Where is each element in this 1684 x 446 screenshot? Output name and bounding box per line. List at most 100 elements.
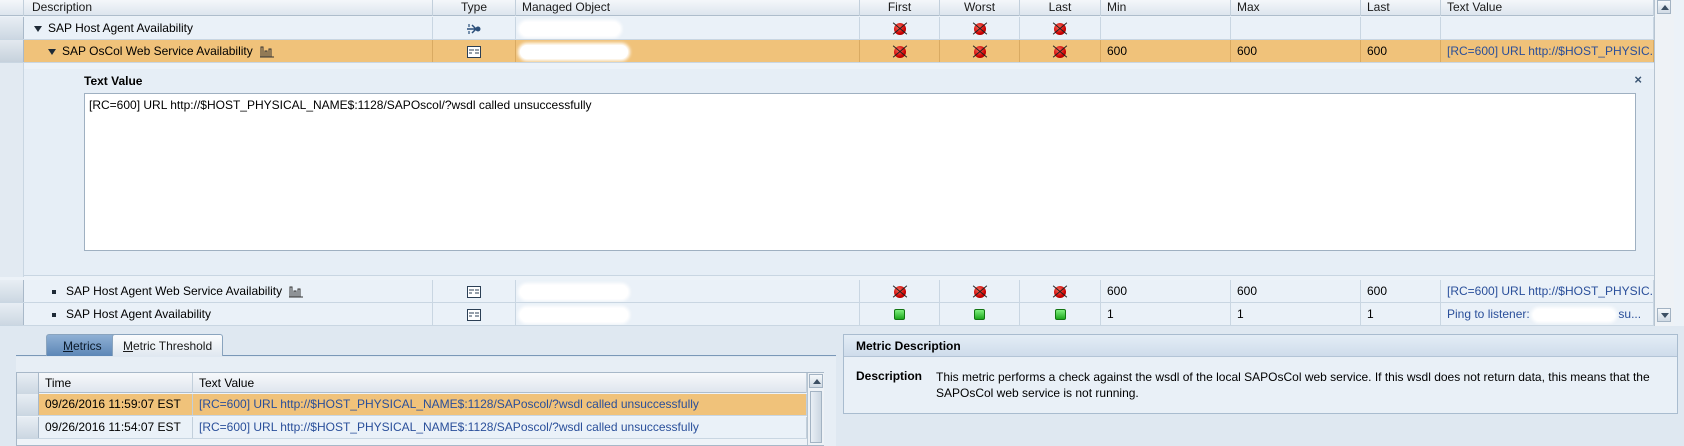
worst-status-cell <box>940 303 1020 325</box>
tree-row-host-agent-web-service[interactable]: SAP Host Agent Web Service Availability … <box>0 280 1654 303</box>
text-value-cell[interactable]: [RC=600] URL http://$HOST_PHYSICAL_NAME$… <box>193 394 807 415</box>
col-description[interactable]: Description <box>24 0 433 16</box>
col-managed-object[interactable]: Managed Object <box>516 0 860 16</box>
first-status-cell <box>860 303 940 325</box>
type-cell <box>433 40 516 62</box>
col-text-value[interactable]: Text Value <box>193 373 807 393</box>
managed-object-cell <box>516 280 860 302</box>
metric-icon <box>467 45 481 58</box>
last-status-cell <box>1020 17 1101 39</box>
col-type[interactable]: Type <box>433 0 516 16</box>
alert-tree-table: Description Type Managed Object First Wo… <box>0 0 1684 326</box>
row-selector[interactable] <box>17 417 39 438</box>
last-value-cell: 600 <box>1361 280 1441 302</box>
tab-metrics[interactable]: Metrics <box>46 334 119 356</box>
scroll-up-button[interactable] <box>1657 0 1671 14</box>
col-worst[interactable]: Worst <box>940 0 1020 16</box>
min-cell: 1 <box>1101 303 1231 325</box>
metric-description-title: Metric Description <box>844 335 1677 357</box>
tree-row-host-agent-availability-ping[interactable]: SAP Host Agent Availability 1 1 1 Ping t… <box>0 303 1654 326</box>
arrow-up-icon <box>1661 5 1669 10</box>
green-ok-icon <box>894 309 905 321</box>
expanded-triangle-icon[interactable] <box>48 48 56 55</box>
arrow-up-icon <box>813 379 821 384</box>
row-selector[interactable] <box>0 303 24 325</box>
metric-description-panel: Metric Description Description This metr… <box>843 334 1678 414</box>
row-label: SAP Host Agent Availability <box>48 21 193 35</box>
scroll-up-button[interactable] <box>809 374 823 388</box>
min-cell: 600 <box>1101 40 1231 62</box>
redacted-value <box>520 44 628 59</box>
last-value-cell <box>1361 17 1441 39</box>
red-alert-icon <box>1054 45 1066 58</box>
metrics-table-header: Time Text Value <box>17 373 807 394</box>
col-min[interactable]: Min <box>1101 0 1231 16</box>
last-value-cell: 1 <box>1361 303 1441 325</box>
first-status-cell <box>860 17 940 39</box>
description-text: This metric performs a check against the… <box>936 370 1650 400</box>
metric-icon <box>467 285 481 298</box>
expanded-triangle-icon[interactable] <box>34 25 42 32</box>
metrics-row[interactable]: 09/26/2016 11:54:07 EST [RC=600] URL htt… <box>17 417 807 439</box>
ping-prefix: Ping to listener: <box>1447 307 1530 321</box>
red-alert-icon <box>1054 285 1066 298</box>
tab-metric-threshold[interactable]: Metric Threshold <box>112 334 224 356</box>
red-alert-icon <box>973 22 986 35</box>
leaf-bullet-icon <box>52 289 56 294</box>
text-value-cell[interactable] <box>1441 17 1654 39</box>
type-cell <box>433 303 516 325</box>
detail-title: Text Value <box>84 74 143 88</box>
red-alert-icon <box>893 45 906 58</box>
last-value-cell: 600 <box>1361 40 1441 62</box>
min-cell <box>1101 17 1231 39</box>
red-alert-icon <box>893 22 906 35</box>
tab-threshold-label: etric Threshold <box>133 339 213 353</box>
col-first[interactable]: First <box>860 0 940 16</box>
first-status-cell <box>860 40 940 62</box>
description-cell: SAP Host Agent Availability <box>24 17 433 39</box>
leaf-bullet-icon <box>52 312 56 317</box>
text-value-cell[interactable]: [RC=600] URL http://$HOST_PHYSICAL_NAME$… <box>193 417 807 438</box>
row-selector[interactable] <box>0 40 24 62</box>
text-value-link[interactable]: [RC=600] URL http://$HOST_PHYSIC... <box>1441 280 1654 302</box>
metrics-row[interactable]: 09/26/2016 11:59:07 EST [RC=600] URL htt… <box>17 394 807 416</box>
close-icon[interactable]: × <box>1634 72 1642 87</box>
red-alert-icon <box>893 285 906 298</box>
aggregate-flow-icon <box>467 23 481 34</box>
redacted-value <box>1533 308 1616 321</box>
row-selector[interactable] <box>0 17 24 39</box>
scroll-thumb[interactable] <box>810 391 822 443</box>
bar-chart-icon[interactable] <box>259 46 275 58</box>
col-text-value[interactable]: Text Value <box>1441 0 1654 16</box>
scroll-down-button[interactable] <box>1657 308 1671 322</box>
redacted-value <box>520 307 628 322</box>
worst-status-cell <box>940 17 1020 39</box>
col-max[interactable]: Max <box>1231 0 1361 16</box>
text-value-link[interactable]: Ping to listener: su... <box>1441 303 1654 325</box>
tree-vertical-scrollbar[interactable] <box>1654 0 1674 326</box>
bar-chart-icon[interactable] <box>288 286 304 298</box>
red-alert-icon <box>1054 22 1066 35</box>
tab-metrics-accesskey: M <box>63 339 73 353</box>
col-last-value[interactable]: Last <box>1361 0 1441 16</box>
col-last[interactable]: Last <box>1020 0 1101 16</box>
detail-text-area[interactable]: [RC=600] URL http://$HOST_PHYSICAL_NAME$… <box>84 93 1636 251</box>
row-selector[interactable] <box>17 394 39 415</box>
tree-row-oscol-web-service[interactable]: SAP OsCol Web Service Availability 600 6… <box>0 40 1654 63</box>
metrics-panel: Time Text Value 09/26/2016 11:59:07 EST … <box>16 357 836 446</box>
redacted-value <box>520 284 628 299</box>
text-value-link[interactable]: [RC=600] URL http://$HOST_PHYSIC... <box>1441 40 1654 62</box>
metric-icon <box>467 308 481 321</box>
header-selector[interactable] <box>0 0 24 16</box>
max-cell: 600 <box>1231 280 1361 302</box>
last-status-cell <box>1020 40 1101 62</box>
min-cell: 600 <box>1101 280 1231 302</box>
red-alert-icon <box>973 285 986 298</box>
header-selector[interactable] <box>17 373 39 394</box>
row-selector[interactable] <box>0 280 24 302</box>
ping-suffix: su... <box>1618 307 1642 321</box>
tree-row-host-agent-availability[interactable]: SAP Host Agent Availability <box>0 17 1654 40</box>
description-cell: SAP Host Agent Web Service Availability <box>24 280 433 302</box>
col-time[interactable]: Time <box>39 373 193 393</box>
metrics-vertical-scrollbar[interactable] <box>807 373 824 445</box>
